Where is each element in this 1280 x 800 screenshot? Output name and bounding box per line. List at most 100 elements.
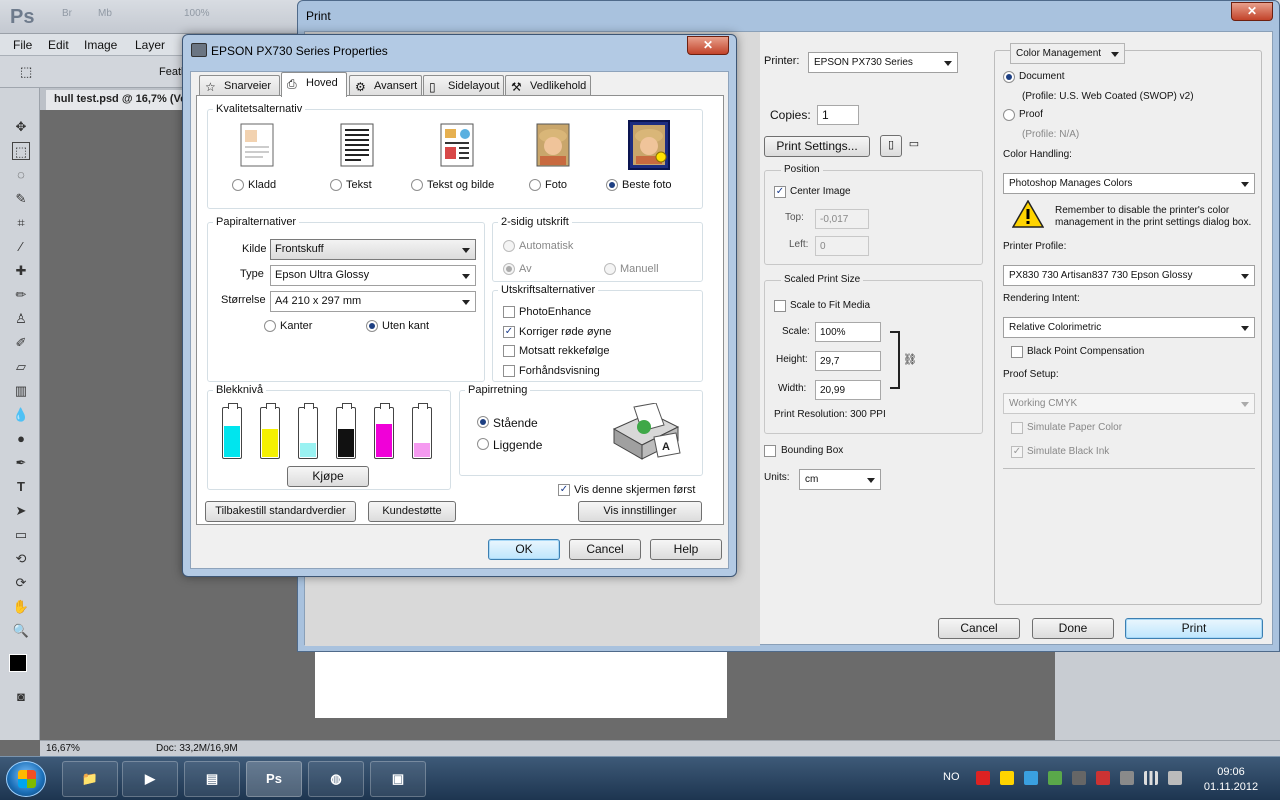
buy-ink-button[interactable]: Kjøpe [287,466,369,487]
center-image-checkbox[interactable]: ✓ [774,186,786,198]
taskbar-photoshop[interactable]: Ps [246,761,302,797]
source-select[interactable]: Frontskuff [270,239,476,260]
ok-button[interactable]: OK [488,539,560,560]
lasso-tool-icon[interactable]: ◌ [12,166,30,184]
gradient-tool-icon[interactable]: ▥ [12,382,30,400]
cancel-button[interactable]: Cancel [938,618,1020,639]
support-button[interactable]: Kundestøtte [368,501,456,522]
top-input[interactable]: -0,017 [815,209,869,229]
dodge-tool-icon[interactable]: ● [12,430,30,448]
bounding-box-checkbox[interactable] [764,445,776,457]
menu-edit[interactable]: Edit [48,38,69,52]
quick-mask-icon[interactable]: ◙ [12,688,30,706]
start-button[interactable] [6,761,46,797]
eraser-icon[interactable]: ▱ [12,358,30,376]
copies-input[interactable]: 1 [817,105,859,125]
simulate-black-checkbox[interactable]: ✓ [1011,446,1023,458]
quality-photo-radio[interactable] [529,179,541,191]
units-select[interactable]: cm [799,469,881,490]
move-tool-icon[interactable]: ✥ [12,118,30,136]
borderless-radio[interactable] [366,320,378,332]
quality-best-photo-radio[interactable] [606,179,618,191]
crop-tool-icon[interactable]: ⌗ [12,214,30,232]
reverse-order-checkbox[interactable] [503,345,515,357]
brush-tool-icon[interactable]: ✏ [12,286,30,304]
type-tool-icon[interactable]: T [12,478,30,496]
color-management-select[interactable]: Color Management [1010,43,1125,64]
language-indicator[interactable]: NO [943,771,960,783]
status-zoom[interactable]: 16,67% [46,743,80,754]
history-brush-icon[interactable]: ✐ [12,334,30,352]
volume-icon[interactable] [1168,771,1182,785]
blur-tool-icon[interactable]: 💧 [12,406,30,424]
duplex-manual-radio[interactable] [604,263,616,275]
3d-rotate-icon[interactable]: ⟲ [12,550,30,568]
tab-sidelayout[interactable]: ▯ Sidelayout [423,75,504,96]
document-tab[interactable]: hull test.psd @ 16,7% (Ve [46,90,195,110]
done-button[interactable]: Done [1032,618,1114,639]
taskbar-firefox[interactable]: ◍ [308,761,364,797]
zoom-level-dropdown[interactable]: 100% [184,8,210,26]
duplex-off-radio[interactable] [503,263,515,275]
scale-to-fit-checkbox[interactable] [774,300,786,312]
tray-usb-icon[interactable] [1120,771,1134,785]
portrait-orientation-icon[interactable]: ▯ [880,135,902,157]
print-button[interactable]: Print [1125,618,1263,639]
red-eye-checkbox[interactable]: ✓ [503,326,515,338]
show-settings-button[interactable]: Vis innstillinger [578,501,702,522]
menu-image[interactable]: Image [84,38,117,52]
epson-cancel-button[interactable]: Cancel [569,539,641,560]
help-button[interactable]: Help [650,539,722,560]
tab-avansert[interactable]: ⚙ Avansert [349,75,422,96]
network-icon[interactable] [1144,771,1158,785]
duplex-auto-radio[interactable] [503,240,515,252]
tab-snarveier[interactable]: ☆ Snarveier [199,75,280,96]
system-clock[interactable]: 09:06 01.11.2012 [1196,765,1266,795]
foreground-color-swatch[interactable] [9,654,27,672]
black-point-checkbox[interactable] [1011,346,1023,358]
show-first-checkbox[interactable]: ✓ [558,484,570,496]
size-select[interactable]: A4 210 x 297 mm [270,291,476,312]
link-icon[interactable]: ⛓ [903,353,917,366]
tray-flag-icon[interactable] [1096,771,1110,785]
zoom-tool-icon[interactable]: 🔍 [12,622,30,640]
document-radio[interactable] [1003,71,1015,83]
print-close-button[interactable]: ✕ [1231,2,1273,21]
preview-checkbox[interactable] [503,365,515,377]
quality-text-image-radio[interactable] [411,179,423,191]
menu-file[interactable]: File [13,38,32,52]
quality-text-radio[interactable] [330,179,342,191]
path-select-icon[interactable]: ➤ [12,502,30,520]
epson-close-button[interactable]: ✕ [687,36,729,55]
print-settings-button[interactable]: Print Settings... [764,136,870,157]
scale-input[interactable]: 100% [815,322,881,342]
quality-draft-radio[interactable] [232,179,244,191]
photo-enhance-checkbox[interactable] [503,306,515,318]
print-titlebar[interactable]: Print ✕ [298,1,1279,31]
3d-orbit-icon[interactable]: ⟳ [12,574,30,592]
taskbar-explorer[interactable]: 📁 [62,761,118,797]
marquee-tool-icon[interactable]: ⬚ [12,142,30,160]
left-input[interactable]: 0 [815,236,869,256]
menu-layer[interactable]: Layer [135,38,165,52]
tray-device-icon[interactable] [1072,771,1086,785]
landscape-radio[interactable] [477,438,489,450]
marquee-tool-icon[interactable]: ⬚ [20,64,32,80]
tray-bluetooth-icon[interactable] [1024,771,1038,785]
taskbar-photo-viewer[interactable]: ▣ [370,761,426,797]
quick-select-icon[interactable]: ✎ [12,190,30,208]
border-radio[interactable] [264,320,276,332]
proof-setup-select[interactable]: Working CMYK [1003,393,1255,414]
tray-nvidia-icon[interactable] [1048,771,1062,785]
taskbar-media-player[interactable]: ▶ [122,761,178,797]
type-select[interactable]: Epson Ultra Glossy [270,265,476,286]
taskbar-sticky-notes[interactable]: ▤ [184,761,240,797]
healing-brush-icon[interactable]: ✚ [12,262,30,280]
printer-profile-select[interactable]: PX830 730 Artisan837 730 Epson Glossy [1003,265,1255,286]
tray-antivirus-icon[interactable] [976,771,990,785]
tray-notification-icon[interactable] [1000,771,1014,785]
height-input[interactable]: 29,7 [815,351,881,371]
portrait-radio[interactable] [477,416,489,428]
width-input[interactable]: 20,99 [815,380,881,400]
tab-vedlikehold[interactable]: ⚒ Vedlikehold [505,75,591,96]
